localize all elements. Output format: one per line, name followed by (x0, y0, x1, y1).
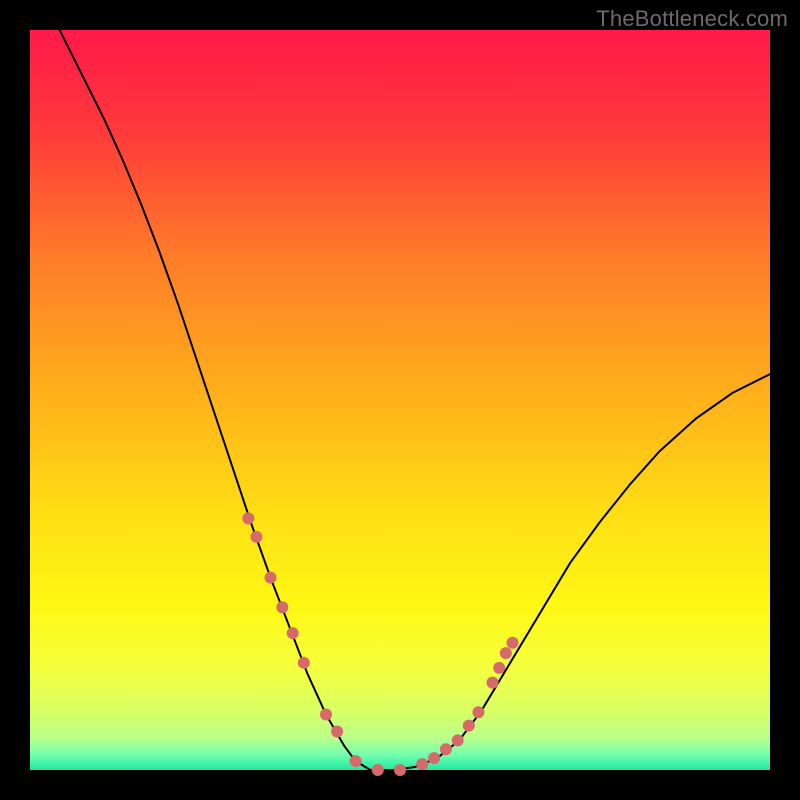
marker-dot (452, 734, 464, 746)
plot-background (30, 30, 770, 770)
marker-dot (276, 601, 288, 613)
marker-dot (416, 758, 428, 770)
marker-dot (350, 755, 362, 767)
marker-dot (428, 752, 440, 764)
marker-dot (487, 677, 499, 689)
marker-dot (463, 720, 475, 732)
marker-dot (506, 637, 518, 649)
marker-dot (440, 743, 452, 755)
chart-wrapper: TheBottleneck.com (0, 0, 800, 800)
marker-dot (331, 726, 343, 738)
watermark-text: TheBottleneck.com (596, 6, 788, 32)
marker-dot (372, 764, 384, 776)
marker-dot (298, 657, 310, 669)
marker-dot (242, 512, 254, 524)
marker-dot (287, 627, 299, 639)
marker-dot (394, 764, 406, 776)
marker-dot (250, 531, 262, 543)
bottleneck-chart (0, 0, 800, 800)
marker-dot (493, 662, 505, 674)
marker-dot (265, 572, 277, 584)
marker-dot (500, 647, 512, 659)
marker-dot (320, 709, 332, 721)
marker-dot (472, 706, 484, 718)
